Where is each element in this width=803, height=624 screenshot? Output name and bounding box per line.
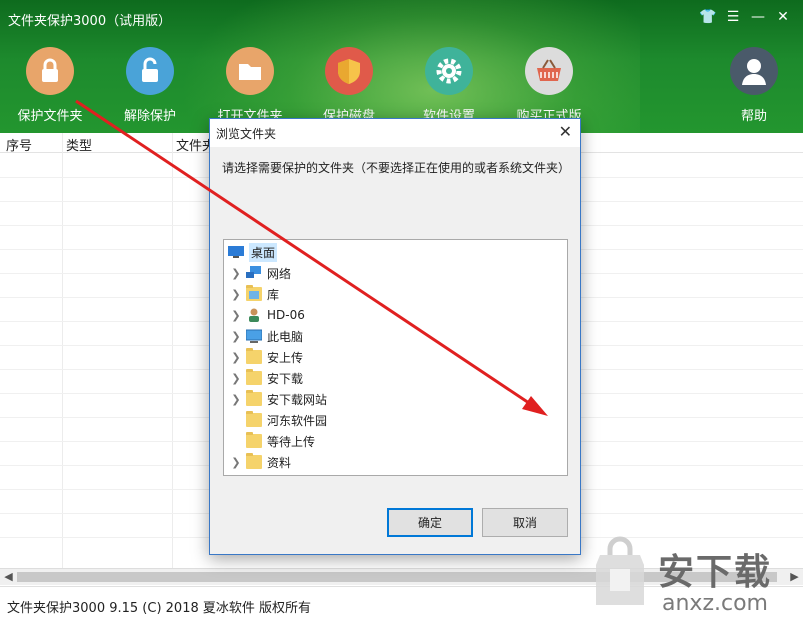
tree-item-library[interactable]: ❯ 库 [230, 284, 279, 304]
toolbar-label: 帮助 [740, 109, 767, 124]
buy-full-version-button[interactable]: 购买正式版 [504, 47, 594, 124]
ok-button[interactable]: 确定 [387, 508, 473, 537]
gear-icon [425, 47, 473, 95]
dialog-title: 浏览文件夹 [216, 127, 277, 141]
tree-item-network[interactable]: ❯ 网络 [230, 263, 291, 283]
tree-item-label: 安上传 [267, 350, 304, 365]
open-folder-button[interactable]: 打开文件夹 [205, 47, 295, 124]
folder-icon [246, 369, 262, 385]
tree-item-label: 资料 [267, 455, 292, 470]
tree-item-label: HD-06 [267, 308, 305, 322]
protect-disk-button[interactable]: 保护磁盘 [304, 47, 394, 124]
folder-icon [226, 47, 274, 95]
browse-folder-dialog: 浏览文件夹 ✕ 请选择需要保护的文件夹（不要选择正在使用的或者系统文件夹） 桌面… [209, 118, 581, 555]
tree-item-label: 等待上传 [267, 434, 316, 449]
chevron-right-icon[interactable]: ❯ [230, 351, 242, 364]
toolbar-label: 解除保护 [123, 109, 176, 124]
chevron-right-icon[interactable]: ❯ [230, 330, 242, 343]
unprotect-button[interactable]: 解除保护 [105, 47, 195, 124]
tree-item-label: 库 [267, 287, 280, 302]
settings-button[interactable]: 软件设置 [404, 47, 494, 124]
chevron-right-icon[interactable]: ❯ [230, 393, 242, 406]
minimize-button[interactable]: — [748, 9, 768, 25]
network-icon [246, 266, 262, 280]
folder-icon [246, 390, 262, 406]
tree-item-hd06[interactable]: ❯ HD-06 [230, 305, 305, 325]
lock-closed-icon [26, 47, 74, 95]
folder-icon [246, 432, 262, 448]
tree-item-label: 安下载网站 [267, 392, 328, 407]
desktop-icon [228, 245, 244, 259]
user-icon [246, 308, 262, 322]
chevron-right-icon[interactable]: ❯ [230, 267, 242, 280]
menu-icon[interactable]: ☰ [723, 9, 743, 25]
tree-item-folder[interactable]: ❯ 安下载 [230, 368, 303, 388]
watermark-text: 安下载 [658, 552, 773, 593]
library-icon [246, 285, 262, 301]
tree-item-this-pc[interactable]: ❯ 此电脑 [230, 326, 303, 346]
status-text: 文件夹保护3000 9.15 (C) 2018 夏冰软件 版权所有 [7, 601, 311, 616]
toolbar-label: 保护文件夹 [17, 109, 83, 124]
tree-item-label: 此电脑 [267, 329, 304, 344]
skin-icon[interactable]: 👕 [698, 9, 718, 25]
title-banner: 文件夹保护3000（试用版） 👕 ☰ — ✕ 保护文件夹 解除保护 打开文件夹 … [0, 0, 803, 133]
dialog-titlebar: 浏览文件夹 ✕ [210, 119, 580, 147]
tree-item-label: 安下载 [267, 371, 304, 386]
folder-icon [246, 411, 262, 427]
basket-icon [525, 47, 573, 95]
tree-item-folder[interactable]: 等待上传 [230, 431, 315, 451]
tree-item-label: 网络 [267, 266, 292, 281]
cancel-button[interactable]: 取消 [482, 508, 568, 537]
folder-icon [246, 348, 262, 364]
app-title: 文件夹保护3000（试用版） [8, 14, 172, 29]
user-icon [730, 47, 778, 95]
chevron-right-icon[interactable]: ❯ [230, 309, 242, 322]
watermark: 安下载 anxz.com [588, 535, 803, 621]
tree-item-folder[interactable]: ❯ 安上传 [230, 347, 303, 367]
tree-item-folder[interactable]: ❯ 安下载网站 [230, 389, 327, 409]
dialog-description: 请选择需要保护的文件夹（不要选择正在使用的或者系统文件夹） [222, 161, 571, 175]
dialog-close-icon[interactable]: ✕ [559, 122, 572, 141]
column-header-type[interactable]: 类型 [66, 135, 92, 154]
column-header-index[interactable]: 序号 [6, 135, 32, 154]
shield-icon [325, 47, 373, 95]
folder-icon [246, 453, 262, 469]
chevron-right-icon[interactable]: ❯ [230, 456, 242, 469]
protect-folder-button[interactable]: 保护文件夹 [5, 47, 95, 124]
tree-item-folder[interactable]: 河东软件园 [230, 410, 327, 430]
tree-item-label: 河东软件园 [267, 413, 328, 428]
close-button[interactable]: ✕ [773, 9, 793, 25]
help-button[interactable]: 帮助 [709, 47, 799, 124]
watermark-site: anxz.com [662, 591, 768, 616]
computer-icon [245, 329, 263, 343]
tree-item-desktop[interactable]: 桌面 [228, 242, 278, 262]
folder-tree[interactable]: 桌面 ❯ 网络 ❯ 库 ❯ HD-06 ❯ 此电脑 ❯ 安上传 ❯ 安下载 ❯ … [223, 239, 568, 476]
tree-item-folder[interactable]: ❯ 资料 [230, 452, 291, 472]
chevron-right-icon[interactable]: ❯ [230, 372, 242, 385]
lock-open-icon [126, 47, 174, 95]
scroll-left-icon[interactable]: ◀ [0, 570, 17, 583]
chevron-right-icon[interactable]: ❯ [230, 288, 242, 301]
tree-item-label: 桌面 [249, 242, 278, 262]
